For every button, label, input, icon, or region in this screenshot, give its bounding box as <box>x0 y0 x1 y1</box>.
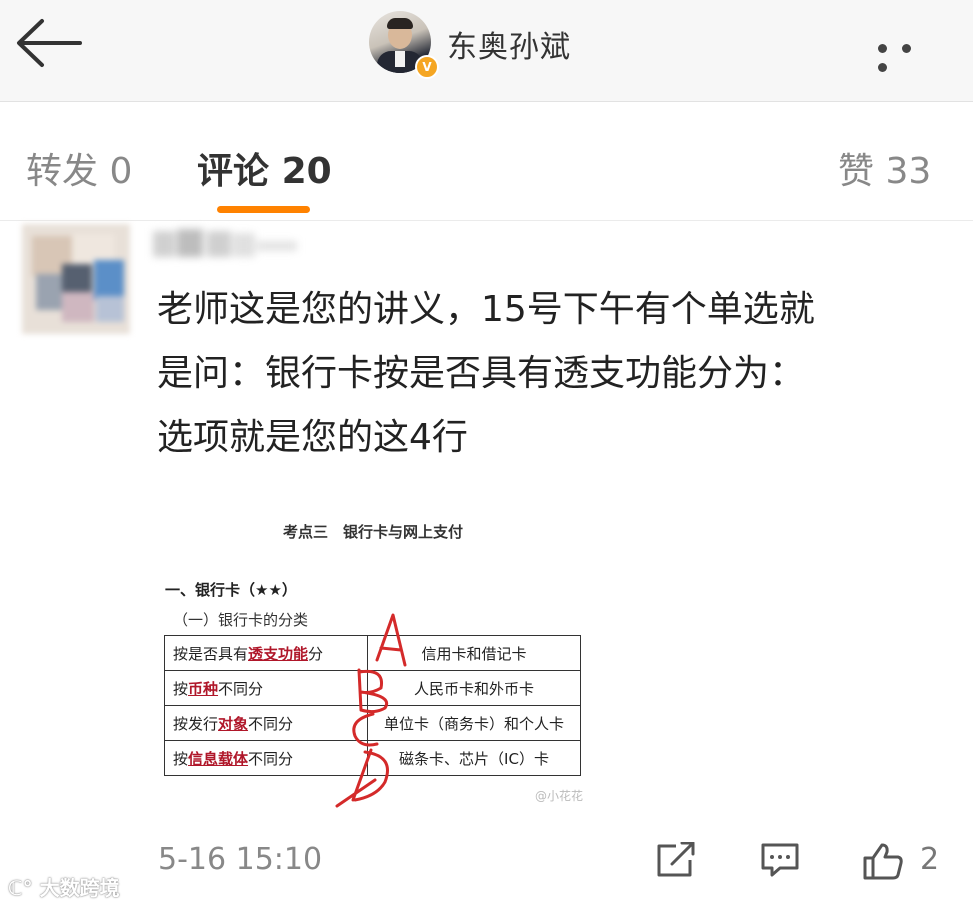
reply-comment-icon[interactable] <box>760 842 800 878</box>
table-row: 按币种不同分 人民币卡和外币卡 <box>164 670 581 706</box>
comment-line: 老师这是您的讲义，15号下午有个单选就 <box>157 289 815 330</box>
comment-line: 是问：银行卡按是否具有透支功能分为： <box>157 353 806 394</box>
share-icon[interactable] <box>656 842 696 878</box>
back-arrow-icon[interactable] <box>14 18 84 68</box>
table-row: 按是否具有透支功能分 信用卡和借记卡 <box>164 635 581 671</box>
commenter-avatar[interactable] <box>22 224 130 334</box>
table-row: 按发行对象不同分 单位卡（商务卡）和个人卡 <box>164 705 581 741</box>
commenter-name-blurred[interactable] <box>153 225 298 263</box>
active-tab-indicator <box>217 206 310 213</box>
tab-likes[interactable]: 赞 33 <box>838 142 931 194</box>
comment-line: 选项就是您的这4行 <box>157 417 468 458</box>
doc-title: 考点三 银行卡与网上支付 <box>283 523 464 541</box>
image-watermark: @小花花 <box>535 789 584 803</box>
comment-like-count: 2 <box>920 842 940 877</box>
comment-timestamp: 5-16 15:10 <box>158 842 323 877</box>
author-name[interactable]: 东奥孙斌 <box>447 22 571 66</box>
more-dots-icon[interactable] <box>878 38 948 72</box>
tab-comments[interactable]: 评论 20 <box>197 142 332 194</box>
comment-body: 老师这是您的讲义，15号下午有个单选就 是问：银行卡按是否具有透支功能分为： 选… <box>157 278 917 470</box>
attached-image[interactable]: 考点三 银行卡与网上支付 一、银行卡（★★） （一）银行卡的分类 按是否具有透支… <box>155 505 615 810</box>
top-bar: V 东奥孙斌 <box>0 0 973 102</box>
weibo-logo-icon: ℂ° <box>8 876 33 900</box>
doc-table: 按是否具有透支功能分 信用卡和借记卡 按币种不同分 人民币卡和外币卡 按发行对象… <box>164 635 581 776</box>
doc-heading: 一、银行卡（★★） <box>165 581 297 599</box>
verified-badge-icon: V <box>415 55 439 79</box>
tab-bar: 转发 0 评论 20 赞 33 <box>0 102 973 221</box>
thumbs-up-icon[interactable] <box>862 842 904 880</box>
table-row: 按信息载体不同分 磁条卡、芯片（IC）卡 <box>164 740 581 776</box>
tab-reposts[interactable]: 转发 0 <box>26 142 132 194</box>
bottom-watermark: ℂ° 大数跨境 <box>8 876 120 900</box>
doc-subheading: （一）银行卡的分类 <box>173 611 309 629</box>
